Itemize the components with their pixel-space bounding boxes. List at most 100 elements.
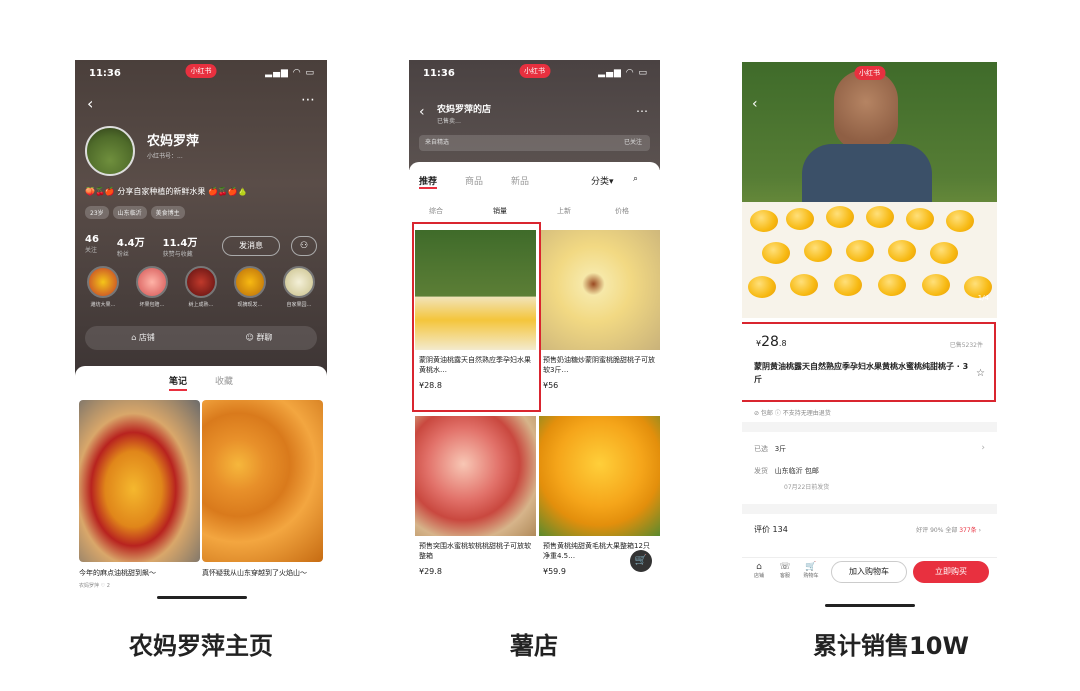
add-friend-icon[interactable]: ⚇ [291, 236, 317, 256]
buy-now-button[interactable]: 立即购买 [913, 561, 989, 583]
product-title: 预售突围水蜜桃软桃桃甜桃子可放软整箱 [419, 542, 531, 560]
peach [804, 240, 832, 262]
favorite-star-icon[interactable]: ☆ [976, 368, 985, 379]
product-title: 预售奶油糖炒蒙阴蜜桃脆甜桃子可放软3斤… [543, 356, 655, 374]
shop-phone: 11:36 小红书 ▂▄▆ ◠ ▭ ‹ 农妈罗萍的店 已售卖… ⋯ 来自精选 已关… [409, 60, 660, 605]
tab-notes[interactable]: 笔记 [168, 374, 187, 391]
product-image [415, 416, 536, 536]
profile-tabs: 笔记 收藏 [75, 374, 327, 391]
profile-id: 小红书号：... [147, 153, 183, 160]
bottom-action-bar: ⌂ 店铺 ☏ 客服 🛒 购物车 加入购物车 立即购买 [742, 557, 997, 587]
stat-following[interactable]: 46 关注 [85, 234, 99, 258]
home-indicator [157, 596, 247, 599]
note-meta: 农妈罗萍 ♡ 2 [79, 583, 110, 589]
store-icon[interactable]: ⌂ 店铺 [750, 562, 768, 579]
review-stats: 好评 90% 全部 377条 › [916, 527, 981, 534]
more-icon[interactable]: ⋯ [636, 104, 648, 118]
customer-service-icon[interactable]: ☏ 客服 [776, 562, 794, 579]
stat-likes[interactable]: 11.4万 获赞与收藏 [163, 234, 198, 258]
peach [946, 210, 974, 232]
highlight-item[interactable]: 坏果包赔… [130, 266, 174, 308]
shop-group-bar: ⌂ 店铺 ☺ 群聊 [85, 326, 317, 350]
peach [906, 208, 934, 230]
product-price: ¥56 [543, 381, 559, 390]
highlight-circles: 潍坊大果… 坏果包赔… 树上成熟… 现摘现发… 自家果园… [81, 266, 321, 308]
status-time: 11:36 [423, 68, 455, 79]
product-price: ¥29.8 [419, 567, 442, 576]
more-icon[interactable]: ⋯ [301, 92, 315, 108]
back-icon[interactable]: ‹ [87, 94, 93, 113]
message-button[interactable]: 发消息 [222, 236, 280, 256]
spec-row[interactable]: 已选 3斤 [754, 444, 786, 454]
tag: 美食博主 [150, 206, 185, 219]
highlight-item[interactable]: 潍坊大果… [81, 266, 125, 308]
review-row[interactable]: 评价 134 [754, 524, 788, 535]
profile-name: 农妈罗萍 [147, 134, 200, 149]
cart-icon[interactable]: 🛒 购物车 [802, 562, 820, 579]
peach [750, 210, 778, 232]
search-icon[interactable]: ⌕ [633, 174, 638, 184]
back-icon[interactable]: ‹ [419, 104, 425, 120]
profile-phone: 11:36 小红书 ▂▄▆ ◠ ▭ ‹ ⋯ 农妈罗萍 小红书号：... 🍑🍒🍎 … [75, 60, 327, 605]
peach [846, 240, 874, 262]
sort-default[interactable]: 综合 [429, 206, 443, 216]
tab-new[interactable]: 新品 [511, 174, 529, 187]
product-card[interactable]: 预售突围水蜜桃软桃桃甜桃子可放软整箱 ¥29.8 [415, 416, 536, 576]
stat-followers[interactable]: 4.4万 粉丝 [117, 234, 145, 258]
status-bar: 小红书 [742, 62, 997, 88]
highlight-item[interactable]: 自家果园… [277, 266, 321, 308]
shop-tabs: 推荐 商品 新品 分类▾ ⌕ [409, 174, 660, 192]
group-chat-button[interactable]: ☺ 群聊 [201, 326, 317, 350]
tab-collections[interactable]: 收藏 [215, 374, 233, 391]
divider [742, 422, 997, 432]
peach-tray [742, 202, 997, 318]
tab-category[interactable]: 分类▾ [591, 174, 614, 187]
peach [834, 274, 862, 296]
sort-new[interactable]: 上新 [557, 206, 571, 216]
caption-sales: 累计销售10W [813, 632, 969, 660]
sold-count: 已售5232件 [949, 342, 983, 349]
divider [742, 504, 997, 514]
shop-banner[interactable]: 来自精选 已关注 [419, 135, 650, 151]
cart-icon[interactable]: 🛒 [630, 550, 652, 572]
shop-name: 农妈罗萍的店 [437, 105, 492, 115]
peach [786, 208, 814, 230]
peach [878, 274, 906, 296]
tag: 23岁 [85, 206, 109, 219]
highlight-item[interactable]: 现摘现发… [228, 266, 272, 308]
notes-section: 笔记 收藏 今年的麻点油桃甜到飙～ 农妈罗萍 ♡ 2 真怀疑我从山东穿越到了火焰… [75, 366, 327, 605]
note-card[interactable]: 真怀疑我从山东穿越到了火焰山～ [202, 400, 323, 578]
sort-sales[interactable]: 销量 [493, 206, 507, 216]
note-image [202, 400, 323, 562]
tab-recommend[interactable]: 推荐 [419, 174, 438, 189]
tab-products[interactable]: 商品 [465, 174, 483, 187]
peach [930, 242, 958, 264]
add-to-cart-button[interactable]: 加入购物车 [831, 561, 907, 583]
note-card[interactable]: 今年的麻点油桃甜到飙～ 农妈罗萍 ♡ 2 [79, 400, 200, 589]
status-bar: 11:36 小红书 ▂▄▆ ◠ ▭ [75, 60, 327, 86]
caption-profile: 农妈罗萍主页 [129, 632, 273, 660]
back-icon[interactable]: ‹ [752, 96, 758, 112]
service-info[interactable]: ⊘ 包邮 ⓘ 不支持无理由退货 [754, 408, 831, 417]
highlight-box [412, 222, 541, 412]
product-title: 蒙阴黄油桃露天自然熟应季孕妇水果黄桃水蜜桃纯甜桃子 · 3斤 [754, 362, 969, 384]
tag: 山东临沂 [112, 206, 147, 219]
ship-date: 07月22日前发货 [784, 484, 830, 491]
product-photo[interactable] [742, 62, 997, 318]
shop-button[interactable]: ⌂ 店铺 [85, 326, 201, 350]
avatar[interactable] [85, 126, 135, 176]
peach [762, 242, 790, 264]
peach [922, 274, 950, 296]
product-detail-phone: 小红书 ‹ 1/4 ¥28.8 已售5232件 蒙阴黄油桃露天自然熟应季孕妇水果… [742, 62, 997, 587]
profile-bio: 🍑🍒🍎 分享自家种植的新鲜水果 🍎🍒🍎🍐 [85, 187, 248, 196]
product-image [539, 230, 660, 350]
chevron-right-icon: › [981, 443, 985, 453]
product-card[interactable]: 预售奶油糖炒蒙阴蜜桃脆甜桃子可放软3斤… ¥56 [539, 230, 660, 390]
sort-price[interactable]: 价格 [615, 206, 629, 216]
status-bar: 11:36 小红书 ▂▄▆ ◠ ▭ [409, 60, 660, 86]
signal-icon: ▂▄▆ ◠ ▭ [265, 68, 315, 78]
peach [826, 206, 854, 228]
shipping-row[interactable]: 发货 山东临沂 包邮 [754, 466, 819, 476]
peach [866, 206, 894, 228]
highlight-item[interactable]: 树上成熟… [179, 266, 223, 308]
